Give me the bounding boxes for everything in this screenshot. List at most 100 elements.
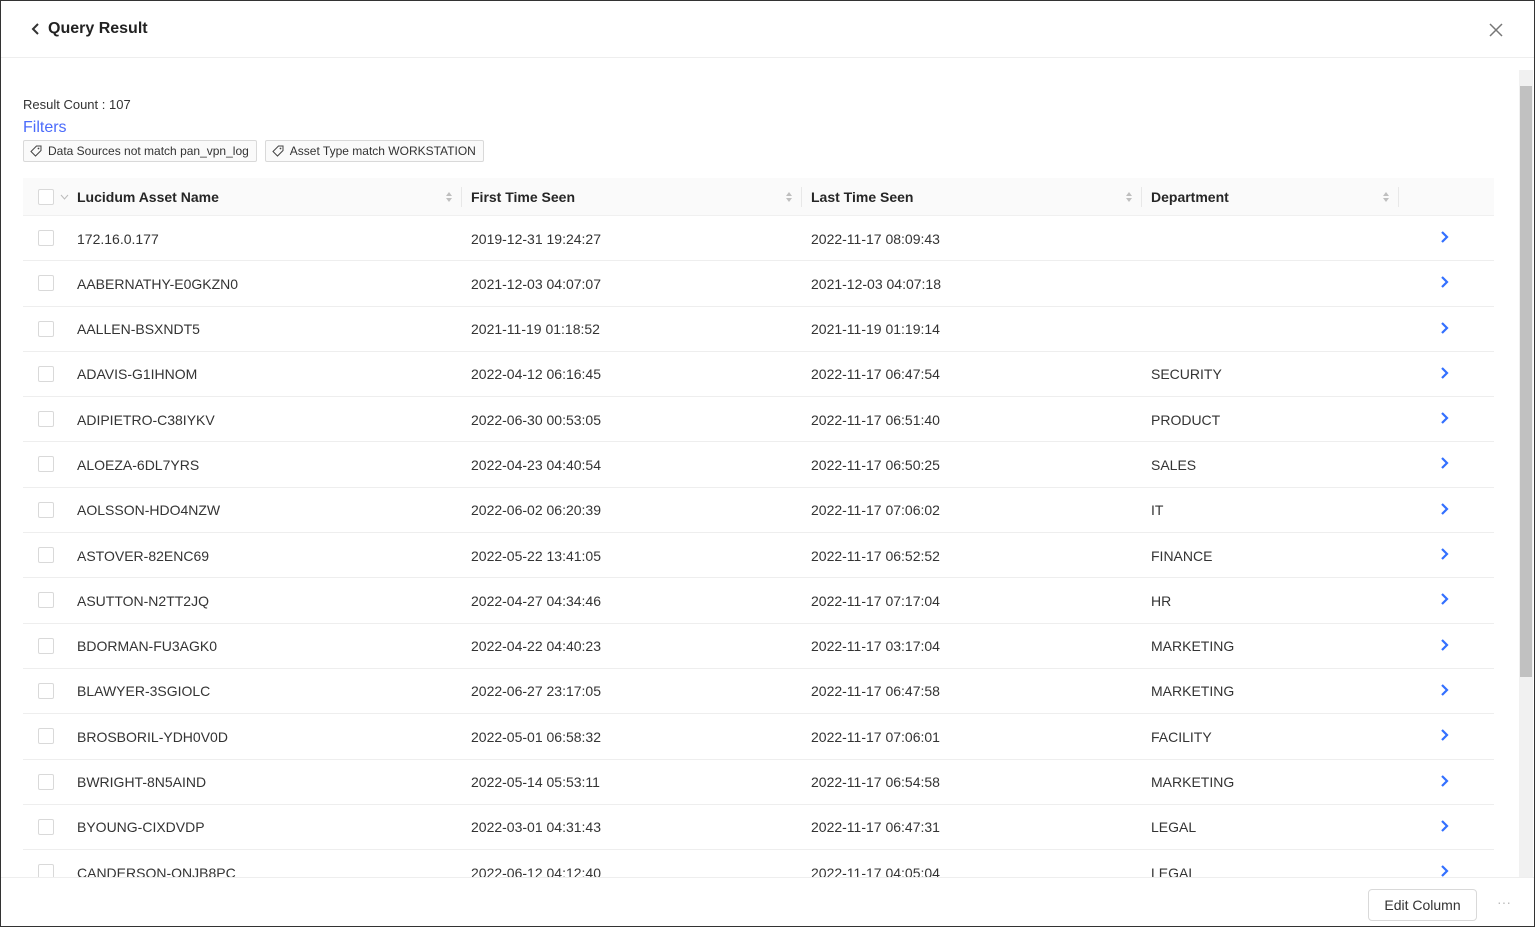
row-checkbox[interactable] (38, 773, 54, 790)
cell-first-seen: 2019-12-31 19:24:27 (471, 230, 601, 247)
cell-asset-name: ASTOVER-82ENC69 (77, 547, 210, 564)
cell-asset-name: AABERNATHY-E0GKZN0 (77, 275, 239, 292)
cell-department: LEGAL (1151, 819, 1197, 836)
filter-tag[interactable]: Asset Type match WORKSTATION (264, 140, 484, 162)
chevron-right-icon[interactable] (1437, 365, 1451, 381)
cell-last-seen: 2022-11-17 07:17:04 (811, 592, 940, 609)
table-row[interactable]: BDORMAN-FU3AGK0 2022-04-22 04:40:23 2022-1… (23, 624, 1494, 669)
cell-asset-name: BWRIGHT-8N5AIND (77, 774, 207, 791)
cell-first-seen: 2022-06-30 00:53:05 (471, 411, 601, 428)
column-header[interactable]: Last Time Seen (811, 178, 913, 216)
cell-last-seen: 2022-11-17 06:47:31 (811, 819, 940, 836)
cell-last-seen: 2022-11-17 03:17:04 (811, 638, 940, 655)
filter-tag[interactable]: Data Sources not match pan_vpn_log (23, 140, 257, 162)
row-checkbox[interactable] (38, 592, 54, 609)
filter-tag-label: Asset Type match WORKSTATION (289, 144, 476, 158)
table-row[interactable]: BWRIGHT-8N5AIND 2022-05-14 05:53:11 2022-1… (23, 760, 1494, 805)
content: Result Count : 107 Filters Data Sources … (1, 58, 1519, 877)
filters-label: Filters (23, 119, 67, 136)
back-chevron-icon[interactable] (29, 21, 43, 37)
row-checkbox[interactable] (38, 864, 54, 877)
column-divider (1141, 187, 1142, 207)
column-header[interactable]: Department (1151, 178, 1229, 216)
table-row[interactable]: BYOUNG-CIXDVDP 2022-03-01 04:31:43 2022-11… (23, 805, 1494, 851)
cell-department: MARKETING (1151, 683, 1235, 700)
table-row[interactable]: ALOEZA-6DL7YRS 2022-04-23 04:40:54 2022-11… (23, 442, 1494, 488)
table-row[interactable]: BLAWYER-3SGIOLC 2022-06-27 23:17:05 2022-1… (23, 669, 1494, 715)
sort-icon[interactable] (1382, 190, 1390, 204)
cell-first-seen: 2021-12-03 04:07:07 (471, 275, 601, 292)
cell-last-seen: 2022-11-17 08:09:43 (811, 230, 940, 247)
table-row[interactable]: ASTOVER-82ENC69 2022-05-22 13:41:05 2022-1… (23, 533, 1494, 579)
table-row[interactable]: BROSBORIL-YDH0V0D 2022-05-01 06:58:32 2022… (23, 714, 1494, 760)
column-divider (801, 187, 802, 207)
sort-icon[interactable] (785, 190, 793, 204)
row-checkbox[interactable] (38, 365, 54, 382)
table-header: Lucidum Asset Name First Time Seen Last Ti… (23, 178, 1494, 216)
cell-last-seen: 2022-11-17 06:52:52 (811, 547, 940, 564)
select-all-checkbox[interactable] (38, 189, 54, 205)
row-checkbox[interactable] (38, 682, 54, 699)
chevron-right-icon[interactable] (1437, 773, 1451, 789)
row-checkbox[interactable] (38, 501, 54, 518)
scrollbar[interactable] (1519, 70, 1533, 877)
edit-column-button[interactable]: Edit Column (1368, 889, 1477, 921)
chevron-right-icon[interactable] (1437, 637, 1451, 653)
column-header[interactable]: First Time Seen (471, 178, 575, 216)
chevron-right-icon[interactable] (1437, 591, 1451, 607)
cell-first-seen: 2022-05-22 13:41:05 (471, 547, 601, 564)
column-header[interactable]: Lucidum Asset Name (77, 178, 219, 216)
chevron-right-icon[interactable] (1437, 410, 1451, 426)
chevron-right-icon[interactable] (1437, 546, 1451, 562)
cell-last-seen: 2022-11-17 06:47:54 (811, 366, 940, 383)
row-checkbox[interactable] (38, 728, 54, 745)
chevron-right-icon[interactable] (1437, 818, 1451, 834)
cell-last-seen: 2022-11-17 06:54:58 (811, 774, 940, 791)
results-table: Lucidum Asset Name First Time Seen Last Ti… (23, 178, 1494, 877)
chevron-right-icon[interactable] (1437, 727, 1451, 743)
row-checkbox[interactable] (38, 411, 54, 428)
cell-asset-name: ADIPIETRO-C38IYKV (77, 411, 215, 428)
chevron-right-icon[interactable] (1437, 501, 1451, 517)
row-checkbox[interactable] (38, 637, 54, 654)
table-row[interactable]: ASUTTON-N2TT2JQ 2022-04-27 04:34:46 2022-1… (23, 578, 1494, 624)
row-checkbox[interactable] (38, 818, 54, 835)
more-options-button[interactable]: ··· (1488, 890, 1520, 920)
header: Query Result (1, 1, 1534, 58)
cell-last-seen: 2022-11-17 06:47:58 (811, 683, 940, 700)
chevron-right-icon[interactable] (1437, 229, 1451, 245)
result-count: Result Count : 107 (23, 97, 131, 112)
sort-icon[interactable] (445, 190, 453, 204)
cell-asset-name: AALLEN-BSXNDT5 (77, 321, 200, 338)
cell-department: PRODUCT (1151, 411, 1221, 428)
table-row[interactable]: AABERNATHY-E0GKZN0 2021-12-03 04:07:07 202… (23, 261, 1494, 307)
scrollbar-thumb[interactable] (1520, 86, 1532, 677)
chevron-right-icon[interactable] (1437, 274, 1451, 290)
chevron-right-icon[interactable] (1437, 682, 1451, 698)
row-checkbox[interactable] (38, 456, 54, 473)
sort-icon[interactable] (1125, 190, 1133, 204)
row-checkbox[interactable] (38, 320, 54, 337)
row-checkbox[interactable] (38, 230, 54, 246)
table-row[interactable]: ADAVIS-G1IHNOM 2022-04-12 06:16:45 2022-11… (23, 352, 1494, 398)
chevron-down-icon[interactable] (60, 193, 69, 201)
table-row[interactable]: 172.16.0.177 2019-12-31 19:24:27 2022-11-1… (23, 216, 1494, 262)
table-row[interactable]: CANDERSON-ONJB8PC 2022-06-12 04:12:40 2022… (23, 850, 1494, 877)
cell-first-seen: 2022-04-22 04:40:23 (471, 638, 601, 655)
table-row[interactable]: ADIPIETRO-C38IYKV 2022-06-30 00:53:05 2022… (23, 397, 1494, 443)
row-checkbox[interactable] (38, 547, 54, 564)
cell-asset-name: ADAVIS-G1IHNOM (77, 366, 198, 383)
cell-first-seen: 2022-05-01 06:58:32 (471, 728, 601, 745)
table-row[interactable]: AALLEN-BSXNDT5 2021-11-19 01:18:52 2021-11… (23, 307, 1494, 352)
footer: Edit Column ··· (1, 877, 1534, 926)
row-checkbox[interactable] (38, 275, 54, 292)
table-row[interactable]: AOLSSON-HDO4NZW 2022-06-02 06:20:39 2022-1… (23, 488, 1494, 534)
cell-first-seen: 2022-03-01 04:31:43 (471, 819, 601, 836)
cell-department: LEGAL (1151, 864, 1197, 877)
chevron-right-icon[interactable] (1437, 863, 1451, 877)
chevron-right-icon[interactable] (1437, 320, 1451, 336)
chevron-right-icon[interactable] (1437, 455, 1451, 471)
cell-first-seen: 2022-04-12 06:16:45 (471, 366, 601, 383)
filter-tag-label: Data Sources not match pan_vpn_log (48, 144, 249, 158)
close-icon[interactable] (1487, 21, 1505, 39)
